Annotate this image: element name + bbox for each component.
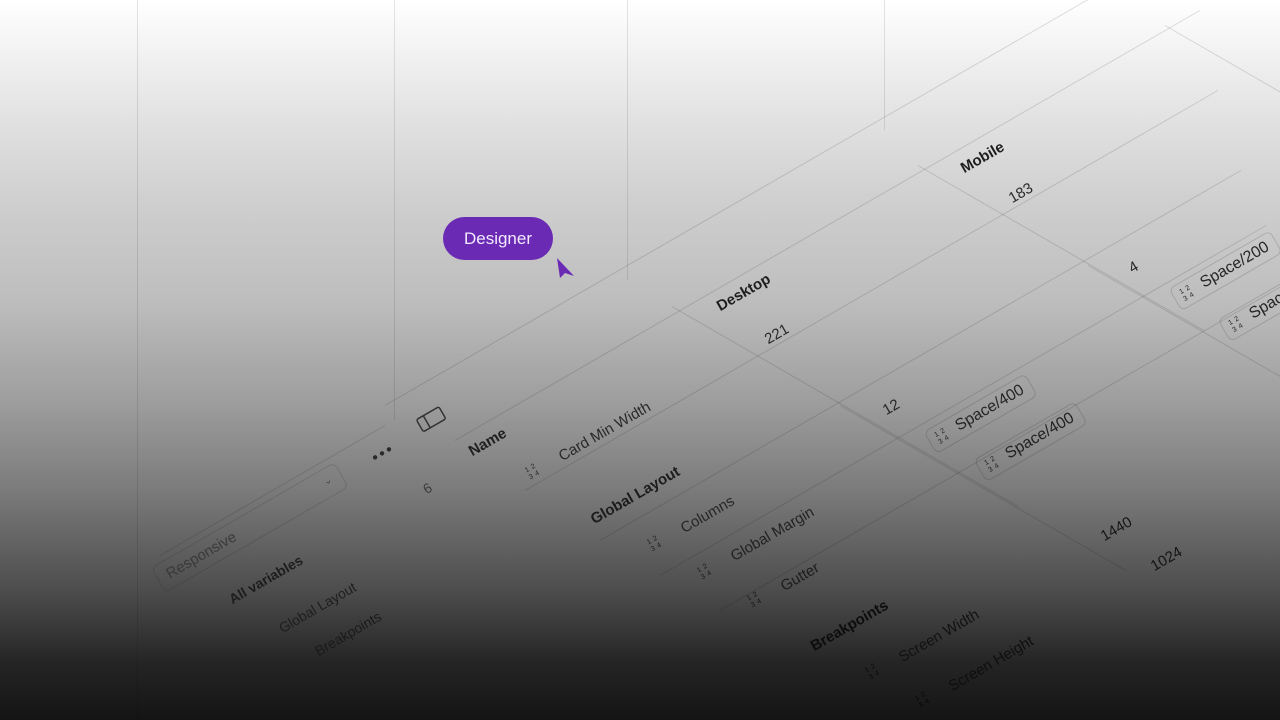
number-type-icon: 1234 bbox=[694, 558, 718, 581]
chevron-down-icon: ⌄ bbox=[321, 474, 335, 489]
panel-toggle-icon[interactable] bbox=[415, 405, 449, 436]
mode-select[interactable]: Responsive ⌄ bbox=[150, 461, 349, 594]
svg-text:4: 4 bbox=[534, 470, 541, 478]
table-border bbox=[719, 270, 1280, 611]
guide-line bbox=[394, 0, 395, 420]
row-name[interactable]: Screen Height bbox=[946, 633, 1037, 695]
cell-value[interactable]: 12 bbox=[880, 396, 903, 419]
collaborator-cursor-icon bbox=[557, 258, 574, 278]
variable-alias-icon: 1234 bbox=[1226, 311, 1250, 334]
group-label: Global Layout bbox=[587, 463, 683, 528]
svg-text:4: 4 bbox=[656, 542, 663, 550]
row-name[interactable]: Gutter bbox=[778, 559, 823, 595]
table-border bbox=[524, 90, 1219, 491]
row-name[interactable]: Columns bbox=[678, 493, 738, 537]
row-name[interactable]: Card Min Width bbox=[556, 398, 654, 464]
variable-alias-icon: 1234 bbox=[1177, 280, 1201, 303]
svg-text:3: 3 bbox=[918, 701, 925, 709]
table-border bbox=[159, 425, 386, 556]
svg-text:4: 4 bbox=[1188, 291, 1195, 299]
variable-alias-icon: 1234 bbox=[982, 451, 1006, 474]
svg-text:3: 3 bbox=[937, 438, 944, 446]
svg-text:4: 4 bbox=[993, 462, 1000, 470]
svg-text:4: 4 bbox=[874, 670, 881, 678]
svg-text:3: 3 bbox=[987, 466, 994, 474]
svg-text:3: 3 bbox=[1231, 326, 1238, 334]
column-header-desktop[interactable]: Desktop bbox=[714, 271, 774, 315]
svg-text:4: 4 bbox=[706, 570, 713, 578]
column-divider bbox=[917, 165, 1205, 331]
cell-value[interactable]: 183 bbox=[1006, 180, 1036, 207]
svg-text:3: 3 bbox=[1182, 295, 1189, 303]
column-divider bbox=[1164, 25, 1280, 96]
mode-select-value: Responsive bbox=[163, 528, 240, 583]
svg-text:3: 3 bbox=[528, 473, 535, 481]
cell-value[interactable]: 4 bbox=[1126, 258, 1142, 277]
guide-line bbox=[627, 0, 628, 280]
svg-text:3: 3 bbox=[868, 673, 875, 681]
variable-alias-icon: 1234 bbox=[932, 423, 956, 446]
group-label: Breakpoints bbox=[807, 596, 892, 655]
sidebar-item-all-variables[interactable]: All variables bbox=[226, 552, 305, 607]
svg-text:4: 4 bbox=[1237, 322, 1244, 330]
number-type-icon: 1234 bbox=[644, 530, 668, 553]
alias-label: Space/200 bbox=[1246, 269, 1280, 323]
number-type-icon: 1234 bbox=[522, 458, 546, 481]
guide-line bbox=[884, 0, 885, 130]
number-type-icon: 1234 bbox=[744, 586, 768, 609]
table-border bbox=[454, 10, 1201, 441]
more-dots-icon[interactable] bbox=[368, 440, 395, 465]
svg-text:4: 4 bbox=[924, 698, 931, 706]
number-type-icon: 1234 bbox=[912, 686, 936, 709]
row-name[interactable]: Screen Width bbox=[896, 606, 982, 666]
cell-value[interactable]: 1440 bbox=[1098, 513, 1135, 544]
number-type-icon: 1234 bbox=[862, 658, 886, 681]
cell-value[interactable]: 221 bbox=[762, 321, 792, 348]
svg-text:3: 3 bbox=[650, 545, 657, 553]
canvas: Desktop Mobile Name 1234 Card Min Width … bbox=[0, 0, 1280, 720]
guide-line bbox=[137, 0, 138, 720]
alias-label: Space/200 bbox=[1197, 238, 1273, 292]
collaborator-cursor-label: Designer bbox=[443, 217, 553, 260]
svg-text:3: 3 bbox=[750, 601, 757, 609]
cell-value[interactable]: 1024 bbox=[1148, 543, 1185, 574]
alias-label: Space/400 bbox=[1002, 409, 1078, 463]
collaborator-name: Designer bbox=[463, 228, 533, 248]
svg-text:4: 4 bbox=[756, 598, 763, 606]
table-border bbox=[384, 0, 1148, 406]
variable-count: 6 bbox=[420, 479, 435, 497]
svg-text:3: 3 bbox=[700, 573, 707, 581]
svg-text:4: 4 bbox=[943, 434, 950, 442]
row-name[interactable]: Global Margin bbox=[728, 503, 817, 564]
sidebar-item-breakpoints[interactable]: Breakpoints bbox=[312, 608, 384, 659]
column-divider bbox=[839, 405, 1127, 571]
alias-label: Space/400 bbox=[952, 381, 1028, 435]
